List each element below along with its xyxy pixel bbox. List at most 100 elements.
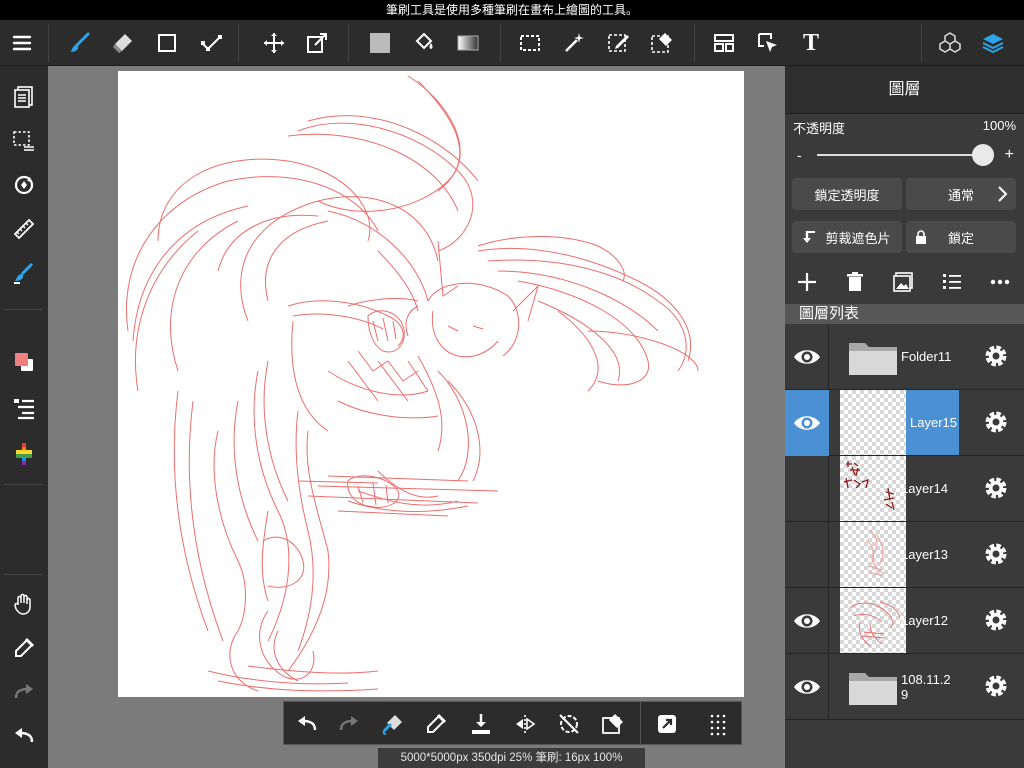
- drawing-canvas[interactable]: [118, 71, 744, 697]
- visibility-toggle[interactable]: [785, 456, 829, 522]
- grid-dots-icon[interactable]: [701, 707, 735, 741]
- layer-row[interactable]: Folder11: [785, 324, 1024, 390]
- redo-icon[interactable]: [332, 707, 366, 741]
- toolbar-divider: [348, 24, 349, 62]
- gear-icon[interactable]: [981, 605, 1011, 635]
- color-swatch-icon[interactable]: [8, 346, 40, 378]
- layer-name: Layer15: [906, 390, 959, 455]
- eye-icon: [793, 680, 820, 694]
- blend-mode-button[interactable]: 通常: [906, 178, 1016, 210]
- undo-icon[interactable]: [290, 707, 324, 741]
- visibility-toggle[interactable]: [785, 324, 829, 390]
- text-icon[interactable]: T: [795, 27, 827, 59]
- vector-icon[interactable]: [195, 27, 227, 59]
- flip-icon[interactable]: [508, 707, 542, 741]
- layer-name: Layer14: [901, 481, 948, 496]
- gear-icon[interactable]: [981, 539, 1011, 569]
- lock-alpha-label: 鎖定透明度: [814, 187, 880, 203]
- external-icon[interactable]: [650, 707, 684, 741]
- magic-wand-icon[interactable]: [558, 27, 590, 59]
- menu-icon[interactable]: [6, 27, 38, 59]
- gradient-icon[interactable]: [452, 27, 484, 59]
- slider-knob[interactable]: [972, 144, 994, 166]
- more-icon[interactable]: [988, 270, 1012, 294]
- sketch-artwork: [126, 75, 699, 692]
- lock-icon: [916, 230, 926, 244]
- hand-icon[interactable]: [8, 588, 40, 620]
- folder-icon: [840, 324, 906, 389]
- layer-name: Layer13: [901, 547, 948, 562]
- layer-name: Folder11: [901, 349, 952, 364]
- select-pen-icon[interactable]: [603, 27, 635, 59]
- clipping-button[interactable]: 剪裁遮色片: [792, 221, 902, 253]
- frame-icon[interactable]: [708, 27, 740, 59]
- eyedropper-icon[interactable]: [419, 707, 453, 741]
- pages-icon[interactable]: [8, 81, 40, 113]
- toolbar-divider: [48, 24, 49, 62]
- layer-row[interactable]: Layer13: [785, 522, 1024, 588]
- gear-icon[interactable]: [981, 671, 1011, 701]
- material-icon[interactable]: [934, 27, 966, 59]
- blend-mode-label: 通常: [947, 187, 974, 203]
- layer-row[interactable]: Layer14: [785, 456, 1024, 522]
- ruler-icon[interactable]: [8, 213, 40, 245]
- lock-label: 鎖定: [947, 230, 974, 246]
- layer-thumbnail: [840, 588, 906, 653]
- visibility-toggle[interactable]: [785, 654, 829, 720]
- clipping-label: 剪裁遮色片: [825, 230, 891, 246]
- layer-row[interactable]: Layer12: [785, 588, 1024, 654]
- opacity-increase[interactable]: +: [1005, 144, 1014, 166]
- gear-icon[interactable]: [981, 407, 1011, 437]
- add-layer-icon[interactable]: [795, 270, 819, 294]
- gear-icon[interactable]: [981, 473, 1011, 503]
- opacity-slider[interactable]: - +: [793, 144, 1016, 166]
- select-rect-icon[interactable]: [514, 27, 546, 59]
- bottom-bar-divider: [640, 702, 641, 744]
- opacity-value: 100%: [982, 118, 1016, 133]
- visibility-toggle[interactable]: [785, 522, 829, 588]
- visibility-toggle[interactable]: [785, 588, 829, 654]
- color-palette-icon[interactable]: [8, 438, 40, 470]
- select-eraser-icon[interactable]: [646, 27, 678, 59]
- canvas-status: 5000*5000px 350dpi 25% 筆刷: 16px 100%: [378, 748, 645, 768]
- lock-alpha-button[interactable]: 鎖定透明度: [792, 178, 902, 210]
- app-window: 筆刷工具是使用多種筆刷在畫布上繪圖的工具。 T 5000*5000px 350d…: [0, 0, 1024, 768]
- redo-icon[interactable]: [8, 676, 40, 708]
- fill-color-icon[interactable]: [364, 27, 396, 59]
- folder-icon: [840, 654, 906, 719]
- eyedropper-icon[interactable]: [8, 632, 40, 664]
- rotate-off-icon[interactable]: [552, 707, 586, 741]
- bucket-icon[interactable]: [408, 27, 440, 59]
- rectangle-icon[interactable]: [151, 27, 183, 59]
- eraser-icon[interactable]: [107, 27, 139, 59]
- lock-layer-button[interactable]: 鎖定: [906, 221, 1016, 253]
- layer-menu-icon[interactable]: [940, 270, 964, 294]
- opacity-decrease[interactable]: -: [797, 144, 802, 166]
- operation-icon[interactable]: [752, 27, 784, 59]
- bottom-quick-bar: [283, 701, 742, 745]
- brush-eraser-icon[interactable]: [376, 707, 410, 741]
- layer-row[interactable]: 108.11.29: [785, 654, 1024, 720]
- import-image-icon[interactable]: [891, 270, 915, 294]
- move-icon[interactable]: [258, 27, 290, 59]
- clear-icon[interactable]: [596, 707, 630, 741]
- undo-icon[interactable]: [8, 720, 40, 752]
- canvas-area[interactable]: [48, 66, 785, 768]
- import-icon[interactable]: [464, 707, 498, 741]
- slider-track[interactable]: [817, 154, 986, 156]
- toolbar-divider: [921, 24, 922, 62]
- gear-icon[interactable]: [981, 341, 1011, 371]
- panel-title: 圖層: [785, 66, 1024, 114]
- delete-layer-icon[interactable]: [843, 270, 867, 294]
- toolbar-divider: [238, 24, 239, 62]
- layer-row-selected[interactable]: Layer15: [785, 390, 1024, 456]
- selection-list-icon[interactable]: [8, 125, 40, 157]
- transform-icon[interactable]: [301, 27, 333, 59]
- layer-props-icon[interactable]: [8, 392, 40, 424]
- rotate-view-icon[interactable]: [8, 169, 40, 201]
- visibility-toggle[interactable]: [785, 390, 829, 456]
- brush-icon[interactable]: [64, 27, 96, 59]
- clip-arrow-icon: [803, 231, 816, 243]
- layers-icon[interactable]: [977, 27, 1009, 59]
- brush-settings-icon[interactable]: [8, 257, 40, 289]
